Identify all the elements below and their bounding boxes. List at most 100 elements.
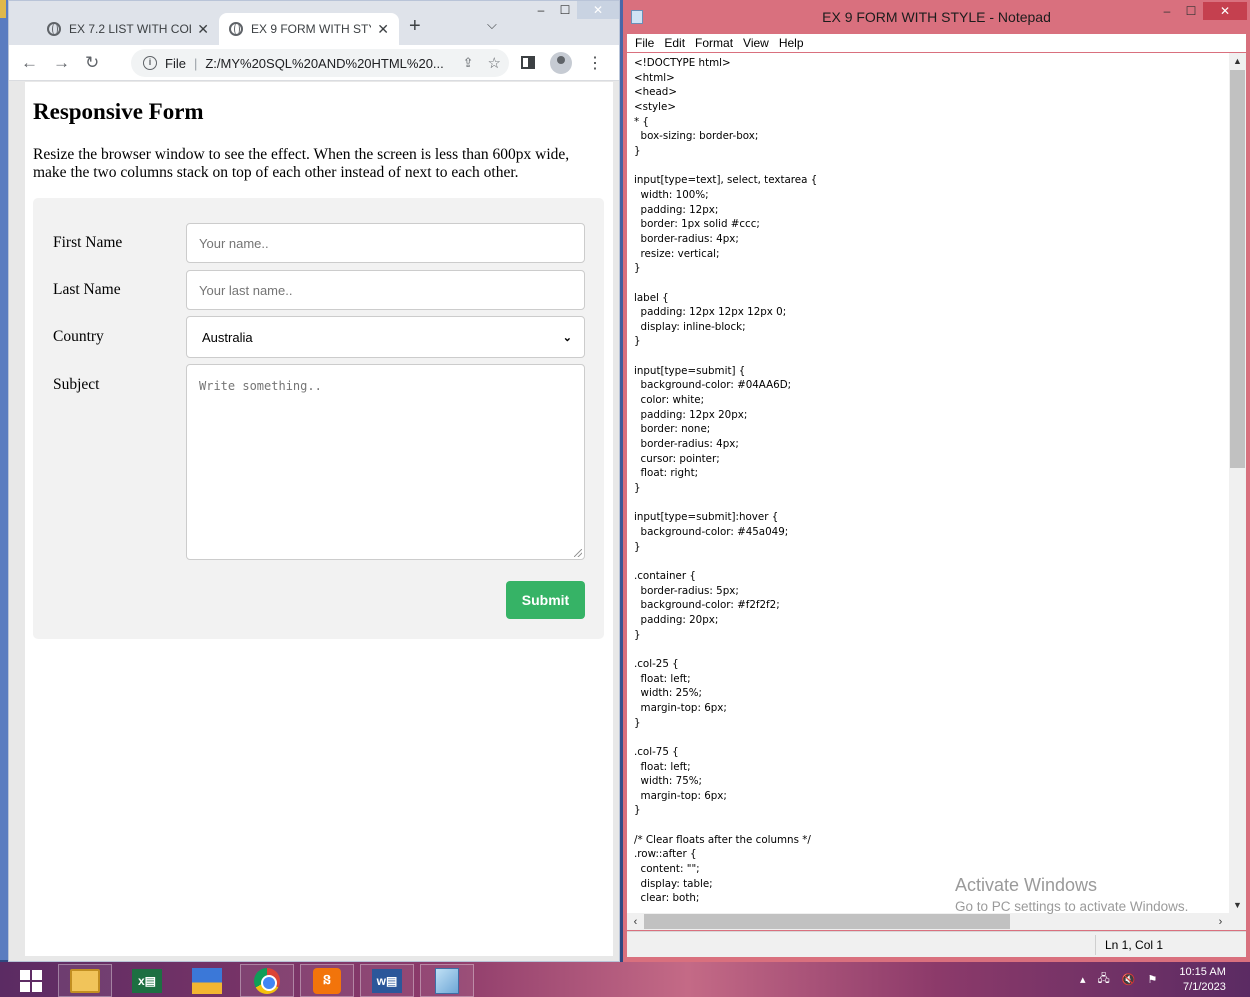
desktop-edge bbox=[0, 0, 8, 960]
info-icon[interactable]: i bbox=[143, 56, 157, 70]
close-window-icon[interactable]: ✕ bbox=[1203, 2, 1247, 20]
chrome-icon bbox=[254, 967, 280, 994]
subject-textarea[interactable]: Write something.. bbox=[186, 364, 585, 560]
scroll-up-icon[interactable]: ▲ bbox=[1229, 53, 1246, 69]
volume-muted-icon[interactable]: 🔇 bbox=[1122, 973, 1136, 986]
subject-placeholder: Write something.. bbox=[199, 379, 322, 393]
watermark-subtitle: Go to PC settings to activate Windows. bbox=[955, 899, 1189, 914]
scroll-right-icon[interactable]: › bbox=[1212, 913, 1229, 930]
taskbar-word[interactable]: w▤ bbox=[360, 964, 414, 997]
profile-avatar-icon[interactable] bbox=[550, 52, 572, 74]
taskbar-file-explorer[interactable] bbox=[58, 964, 112, 997]
status-divider bbox=[1095, 935, 1096, 955]
notepad-status-bar: Ln 1, Col 1 bbox=[627, 931, 1246, 957]
taskbar-xampp[interactable]: ន bbox=[300, 964, 354, 997]
clock-date: 7/1/2023 bbox=[1183, 980, 1226, 993]
back-arrow-icon[interactable]: ← bbox=[21, 53, 38, 73]
maximize-icon[interactable]: ☐ bbox=[553, 1, 577, 19]
taskbar-clock[interactable]: 10:15 AM 7/1/2023 bbox=[1179, 965, 1225, 995]
submit-button[interactable]: Submit bbox=[506, 581, 585, 619]
excel-icon: x▤ bbox=[132, 968, 162, 993]
menu-edit[interactable]: Edit bbox=[664, 36, 685, 50]
side-panel-icon[interactable] bbox=[521, 56, 535, 69]
page-viewport: Responsive Form Resize the browser windo… bbox=[25, 82, 613, 956]
taskbar-excel[interactable]: x▤ bbox=[120, 964, 174, 997]
first-name-label: First Name bbox=[53, 234, 123, 251]
share-icon[interactable]: ⇪ bbox=[463, 55, 474, 71]
vertical-scroll-thumb[interactable] bbox=[1230, 70, 1245, 468]
taskbar: x▤ ន w▤ ▴ 🖧 🔇 ⚑ 10:15 AM 7/1/2023 bbox=[0, 962, 1250, 997]
maximize-icon[interactable]: ☐ bbox=[1179, 2, 1203, 20]
menu-help[interactable]: Help bbox=[779, 36, 804, 50]
address-bar[interactable]: i File | Z:/MY%20SQL%20AND%20HTML%20... … bbox=[131, 49, 509, 77]
notepad-window: EX 9 FORM WITH STYLE - Notepad – ☐ ✕ Fil… bbox=[623, 0, 1250, 962]
xampp-icon: ន bbox=[313, 967, 341, 994]
notepad-title: EX 9 FORM WITH STYLE - Notepad bbox=[822, 9, 1051, 25]
notepad-icon bbox=[435, 967, 459, 994]
horizontal-scroll-thumb[interactable] bbox=[644, 914, 1010, 929]
chevron-down-icon: ⌄ bbox=[562, 331, 572, 344]
notepad-code-text: <!DOCTYPE html> <html> <head> <style> * … bbox=[634, 57, 818, 905]
address-url: Z:/MY%20SQL%20AND%20HTML%20... bbox=[205, 55, 444, 71]
address-separator: | bbox=[193, 55, 198, 71]
country-selected-value: Australia bbox=[202, 329, 253, 345]
menu-file[interactable]: File bbox=[635, 36, 654, 50]
close-window-icon[interactable]: ✕ bbox=[577, 1, 619, 19]
window-controls: – ☐ ✕ bbox=[529, 1, 619, 19]
scroll-left-icon[interactable]: ‹ bbox=[627, 913, 644, 930]
country-select[interactable]: Australia ⌄ bbox=[186, 316, 585, 358]
start-icon bbox=[20, 969, 42, 992]
subject-label: Subject bbox=[53, 376, 100, 393]
new-tab-icon[interactable]: + bbox=[409, 15, 421, 38]
minimize-icon[interactable]: – bbox=[1155, 2, 1179, 20]
activation-watermark: Activate Windows Go to PC settings to ac… bbox=[955, 875, 1188, 914]
reload-icon[interactable]: ↻ bbox=[85, 53, 99, 73]
forward-arrow-icon[interactable]: → bbox=[53, 53, 70, 73]
scroll-down-icon[interactable]: ▼ bbox=[1229, 897, 1246, 913]
browser-window: EX 7.2 LIST WITH COLO ✕ EX 9 FORM WITH S… bbox=[8, 0, 620, 962]
close-icon[interactable]: ✕ bbox=[197, 21, 209, 38]
page-title: Responsive Form bbox=[33, 99, 204, 124]
tab-form-with-style[interactable]: EX 9 FORM WITH STYLE ✕ bbox=[219, 13, 399, 45]
scrollbar-corner bbox=[1229, 913, 1246, 930]
clock-time: 10:15 AM bbox=[1179, 965, 1226, 978]
minimize-icon[interactable]: – bbox=[529, 1, 553, 19]
tab-list-with-color[interactable]: EX 7.2 LIST WITH COLO ✕ bbox=[37, 13, 219, 45]
taskbar-notepad[interactable] bbox=[420, 964, 474, 997]
menu-view[interactable]: View bbox=[743, 36, 769, 50]
taskbar-colorful-app[interactable] bbox=[180, 964, 234, 997]
menu-format[interactable]: Format bbox=[695, 36, 733, 50]
chevron-down-icon[interactable]: ⌵ bbox=[487, 17, 497, 33]
window-controls: – ☐ ✕ bbox=[1155, 2, 1247, 20]
form-container: First Name Your name.. Last Name Your la… bbox=[33, 198, 604, 639]
menu-kebab-icon[interactable]: ⋮ bbox=[587, 53, 603, 73]
address-scheme: File bbox=[165, 55, 186, 71]
network-icon[interactable]: 🖧 bbox=[1098, 970, 1110, 989]
star-icon[interactable]: ☆ bbox=[488, 54, 501, 72]
tray-expand-icon[interactable]: ▴ bbox=[1080, 973, 1086, 986]
tab-title: EX 7.2 LIST WITH COLO bbox=[69, 22, 192, 36]
first-name-input[interactable]: Your name.. bbox=[186, 223, 585, 263]
notepad-menubar: File Edit Format View Help bbox=[627, 34, 1246, 52]
last-name-input[interactable]: Your last name.. bbox=[186, 270, 585, 310]
tab-title: EX 9 FORM WITH STYLE bbox=[251, 22, 371, 36]
country-label: Country bbox=[53, 328, 104, 345]
word-icon: w▤ bbox=[372, 968, 402, 993]
cursor-position: Ln 1, Col 1 bbox=[1105, 938, 1164, 952]
notepad-app-icon bbox=[631, 10, 643, 24]
resize-handle-icon[interactable] bbox=[574, 549, 582, 557]
globe-icon bbox=[47, 22, 61, 36]
last-name-label: Last Name bbox=[53, 281, 121, 298]
watermark-title: Activate Windows bbox=[955, 875, 1098, 895]
system-tray: ▴ 🖧 🔇 ⚑ 10:15 AM 7/1/2023 bbox=[1080, 962, 1226, 997]
taskbar-chrome[interactable] bbox=[240, 964, 294, 997]
globe-icon bbox=[229, 22, 243, 36]
page-description: Resize the browser window to see the eff… bbox=[33, 146, 570, 181]
action-center-flag-icon[interactable]: ⚑ bbox=[1148, 973, 1158, 986]
desktop-icon-fragment bbox=[0, 0, 6, 18]
start-button[interactable] bbox=[4, 964, 58, 997]
close-icon[interactable]: ✕ bbox=[377, 21, 389, 38]
vertical-scrollbar[interactable]: ▲ ▼ bbox=[1229, 53, 1246, 913]
horizontal-scrollbar[interactable]: ‹ › bbox=[627, 913, 1229, 930]
notepad-text-area[interactable]: <!DOCTYPE html> <html> <head> <style> * … bbox=[627, 53, 1229, 913]
